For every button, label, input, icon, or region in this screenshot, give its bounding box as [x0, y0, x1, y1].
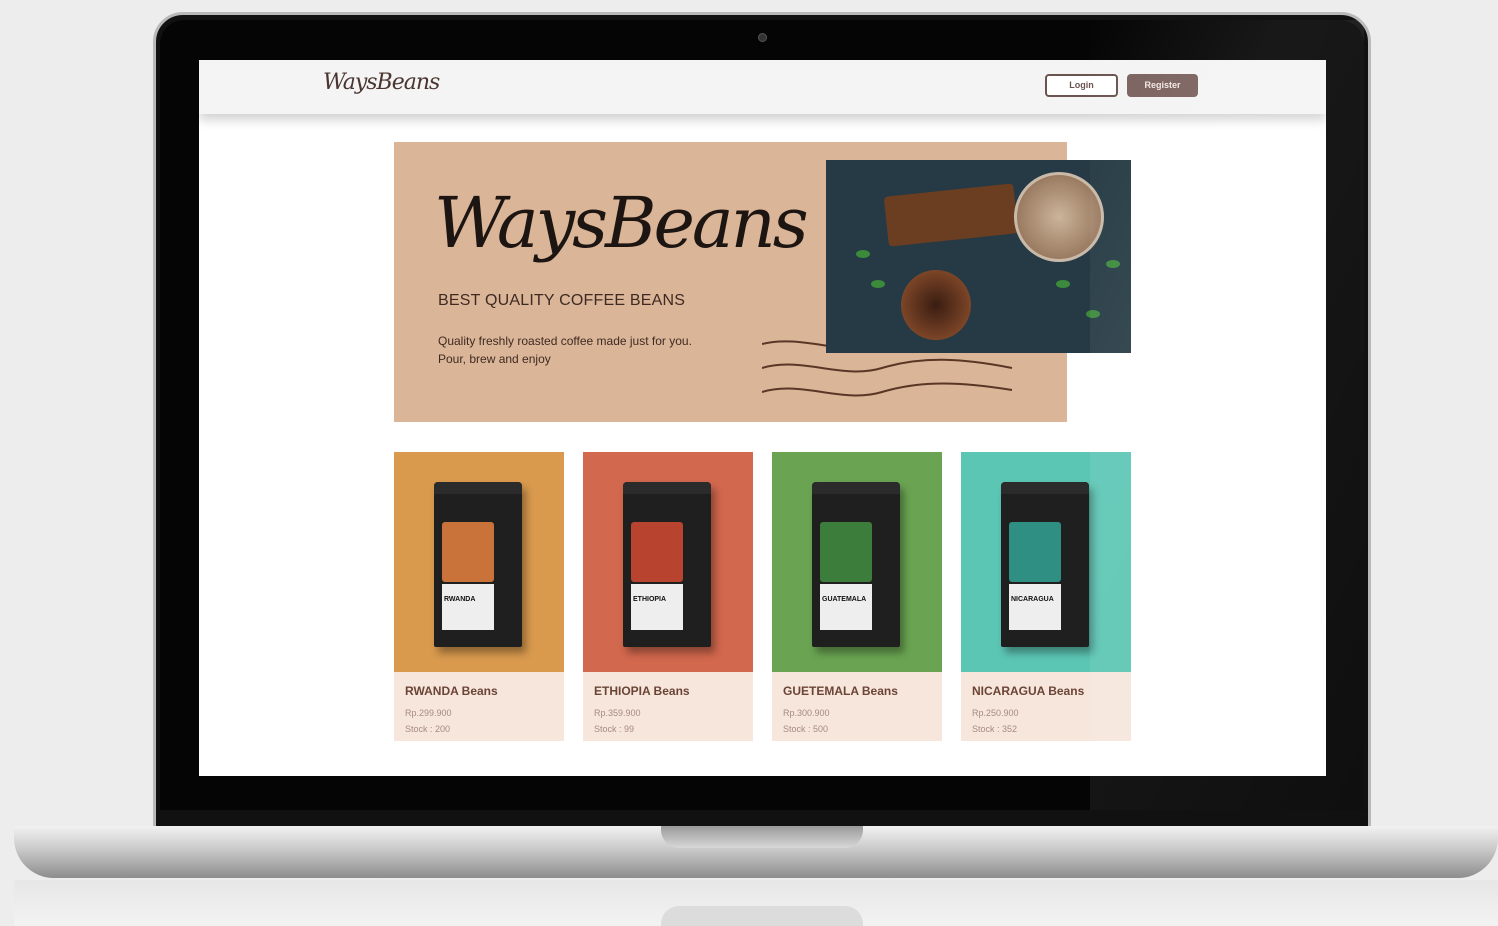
leaf [1086, 310, 1100, 318]
bag-artwork [820, 522, 872, 582]
webcam-icon [758, 33, 767, 42]
product-card[interactable]: RWANDA RWANDA Beans Rp.299.900 Stock : 2… [394, 452, 564, 741]
product-card[interactable]: NICARAGUA NICARAGUA Beans Rp.250.900 Sto… [961, 452, 1131, 741]
coffee-bag: GUATEMALA [812, 482, 900, 647]
product-stock: Stock : 200 [405, 724, 451, 734]
product-name: GUETEMALA Beans [783, 684, 898, 698]
product-name: NICARAGUA Beans [972, 684, 1085, 698]
bag-label-text: RWANDA [444, 596, 476, 603]
leaf [1106, 260, 1120, 268]
hero-title: WaysBeans [434, 182, 809, 264]
hero-subtitle: BEST QUALITY COFFEE BEANS [438, 292, 686, 309]
bag-artwork [1009, 522, 1061, 582]
product-card[interactable]: GUATEMALA GUETEMALA Beans Rp.300.900 Sto… [772, 452, 942, 741]
reflection-notch [661, 906, 863, 926]
leaf [1056, 280, 1070, 288]
product-stock: Stock : 352 [972, 724, 1018, 734]
hero-description-line2: Pour, brew and enjoy [438, 352, 551, 366]
wooden-board [883, 183, 1019, 247]
product-price: Rp.300.900 [783, 708, 830, 718]
brand-logo[interactable]: WaysBeans [323, 70, 440, 95]
browser-screen: WaysBeans Login Register WaysBeans BEST … [199, 60, 1326, 776]
coffee-bag: NICARAGUA [1001, 482, 1089, 647]
coffee-bag: RWANDA [434, 482, 522, 647]
product-price: Rp.359.900 [594, 708, 641, 718]
product-price: Rp.299.900 [405, 708, 452, 718]
register-button[interactable]: Register [1127, 74, 1198, 97]
hero-coffee-photo [826, 160, 1131, 353]
laptop-mockup: WaysBeans Login Register WaysBeans BEST … [0, 0, 1498, 926]
product-name: RWANDA Beans [405, 684, 498, 698]
product-stock: Stock : 500 [783, 724, 829, 734]
product-card[interactable]: ETHIOPIA ETHIOPIA Beans Rp.359.900 Stock… [583, 452, 753, 741]
bag-label-text: ETHIOPIA [633, 596, 667, 603]
coffee-bag: ETHIOPIA [623, 482, 711, 647]
leaf [856, 250, 870, 258]
hero-description-line1: Quality freshly roasted coffee made just… [438, 334, 692, 348]
bag-label-text: NICARAGUA [1011, 596, 1054, 603]
laptop-notch [661, 826, 863, 848]
login-button[interactable]: Login [1045, 74, 1118, 97]
product-name: ETHIOPIA Beans [594, 684, 690, 698]
leaf [871, 280, 885, 288]
bag-label-text: GUATEMALA [822, 596, 867, 603]
coffee-bean-bowl [901, 270, 971, 340]
product-price: Rp.250.900 [972, 708, 1019, 718]
bag-artwork [442, 522, 494, 582]
bag-artwork [631, 522, 683, 582]
coffee-cup [1014, 172, 1104, 262]
navbar: WaysBeans Login Register [199, 60, 1326, 114]
product-stock: Stock : 99 [594, 724, 635, 734]
